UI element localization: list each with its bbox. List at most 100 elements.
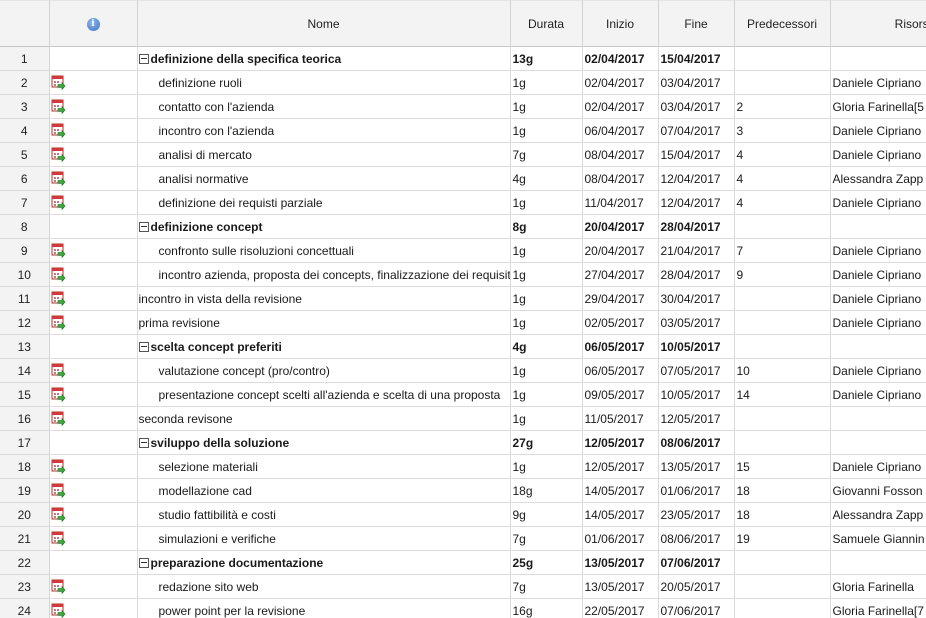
row-number[interactable]: 14 (0, 358, 50, 383)
task-name-cell[interactable]: power point per la revisione (137, 598, 511, 618)
task-name-cell[interactable]: prima revisione (137, 310, 511, 335)
fine-cell[interactable]: 12/05/2017 (658, 406, 735, 431)
durata-cell[interactable]: 25g (510, 550, 583, 575)
fine-cell[interactable]: 30/04/2017 (658, 286, 735, 311)
task-name-cell[interactable]: sviluppo della soluzione (137, 430, 511, 455)
indicator-cell[interactable] (49, 454, 138, 479)
fine-cell[interactable]: 01/06/2017 (658, 478, 735, 503)
durata-cell[interactable]: 1g (510, 238, 583, 263)
fine-cell[interactable]: 08/06/2017 (658, 430, 735, 455)
inizio-cell[interactable]: 12/05/2017 (582, 430, 659, 455)
durata-cell[interactable]: 1g (510, 286, 583, 311)
header-risorse[interactable]: Risorse (830, 0, 926, 47)
calendar-task-icon[interactable] (51, 483, 66, 499)
collapse-toggle-icon[interactable] (138, 221, 149, 232)
info-icon[interactable]: i (86, 17, 100, 31)
collapse-toggle-icon[interactable] (138, 437, 149, 448)
fine-cell[interactable]: 03/05/2017 (658, 310, 735, 335)
fine-cell[interactable]: 28/04/2017 (658, 262, 735, 287)
indicator-cell[interactable] (49, 526, 138, 551)
risorse-cell[interactable]: Gloria Farinella[7 (830, 598, 926, 618)
fine-cell[interactable]: 13/05/2017 (658, 454, 735, 479)
collapse-toggle-icon[interactable] (138, 53, 149, 64)
row-number[interactable]: 1 (0, 46, 50, 71)
task-name-cell[interactable]: seconda revisone (137, 406, 511, 431)
task-name-cell[interactable]: contatto con l'azienda (137, 94, 511, 119)
header-fine[interactable]: Fine (658, 0, 735, 47)
inizio-cell[interactable]: 06/05/2017 (582, 358, 659, 383)
calendar-task-icon[interactable] (51, 171, 66, 187)
calendar-task-icon[interactable] (51, 75, 66, 91)
indicator-cell[interactable] (49, 166, 138, 191)
predecessori-cell[interactable] (734, 286, 831, 311)
indicator-cell[interactable] (49, 118, 138, 143)
row-number[interactable]: 16 (0, 406, 50, 431)
inizio-cell[interactable]: 13/05/2017 (582, 574, 659, 599)
row-number[interactable]: 21 (0, 526, 50, 551)
task-name-cell[interactable]: simulazioni e verifiche (137, 526, 511, 551)
inizio-cell[interactable]: 11/04/2017 (582, 190, 659, 215)
table-row[interactable]: 11 incontro in vista della revisione 1g … (0, 286, 926, 311)
indicator-cell[interactable] (49, 406, 138, 431)
table-row[interactable]: 23 redazione sito web 7g 13/05/2017 20/0… (0, 574, 926, 599)
fine-cell[interactable]: 07/06/2017 (658, 598, 735, 618)
durata-cell[interactable]: 1g (510, 382, 583, 407)
indicator-cell[interactable] (49, 70, 138, 95)
durata-cell[interactable]: 7g (510, 526, 583, 551)
task-name-cell[interactable]: analisi di mercato (137, 142, 511, 167)
table-row[interactable]: 8 definizione concept 8g 20/04/2017 28/0… (0, 214, 926, 239)
task-name-cell[interactable]: confronto sulle risoluzioni concettuali (137, 238, 511, 263)
row-number[interactable]: 13 (0, 334, 50, 359)
predecessori-cell[interactable]: 18 (734, 502, 831, 527)
risorse-cell[interactable]: Samuele Giannin (830, 526, 926, 551)
row-number[interactable]: 15 (0, 382, 50, 407)
inizio-cell[interactable]: 22/05/2017 (582, 598, 659, 618)
collapse-toggle-icon[interactable] (138, 341, 149, 352)
inizio-cell[interactable]: 02/04/2017 (582, 70, 659, 95)
task-name-cell[interactable]: analisi normative (137, 166, 511, 191)
durata-cell[interactable]: 7g (510, 574, 583, 599)
row-number[interactable]: 8 (0, 214, 50, 239)
indicator-cell[interactable] (49, 478, 138, 503)
calendar-task-icon[interactable] (51, 363, 66, 379)
table-row[interactable]: 12 prima revisione 1g 02/05/2017 03/05/2… (0, 310, 926, 335)
table-row[interactable]: 16 seconda revisone 1g 11/05/2017 12/05/… (0, 406, 926, 431)
inizio-cell[interactable]: 06/04/2017 (582, 118, 659, 143)
fine-cell[interactable]: 07/06/2017 (658, 550, 735, 575)
durata-cell[interactable]: 18g (510, 478, 583, 503)
fine-cell[interactable]: 08/06/2017 (658, 526, 735, 551)
header-indicators[interactable]: i (49, 0, 138, 47)
calendar-task-icon[interactable] (51, 579, 66, 595)
table-row[interactable]: 7 definizione dei requisti parziale 1g 1… (0, 190, 926, 215)
durata-cell[interactable]: 16g (510, 598, 583, 618)
durata-cell[interactable]: 1g (510, 94, 583, 119)
indicator-cell[interactable] (49, 142, 138, 167)
header-durata[interactable]: Durata (510, 0, 583, 47)
durata-cell[interactable]: 8g (510, 214, 583, 239)
risorse-cell[interactable] (830, 430, 926, 455)
task-name-cell[interactable]: incontro in vista della revisione (137, 286, 511, 311)
fine-cell[interactable]: 23/05/2017 (658, 502, 735, 527)
fine-cell[interactable]: 03/04/2017 (658, 70, 735, 95)
table-row[interactable]: 4 incontro con l'azienda 1g 06/04/2017 0… (0, 118, 926, 143)
indicator-cell[interactable] (49, 502, 138, 527)
fine-cell[interactable]: 07/05/2017 (658, 358, 735, 383)
fine-cell[interactable]: 10/05/2017 (658, 334, 735, 359)
durata-cell[interactable]: 1g (510, 310, 583, 335)
risorse-cell[interactable] (830, 550, 926, 575)
predecessori-cell[interactable]: 9 (734, 262, 831, 287)
inizio-cell[interactable]: 13/05/2017 (582, 550, 659, 575)
row-number[interactable]: 3 (0, 94, 50, 119)
predecessori-cell[interactable] (734, 598, 831, 618)
durata-cell[interactable]: 27g (510, 430, 583, 455)
table-row[interactable]: 14 valutazione concept (pro/contro) 1g 0… (0, 358, 926, 383)
risorse-cell[interactable] (830, 406, 926, 431)
predecessori-cell[interactable] (734, 46, 831, 71)
calendar-task-icon[interactable] (51, 123, 66, 139)
predecessori-cell[interactable]: 4 (734, 142, 831, 167)
indicator-cell[interactable] (49, 310, 138, 335)
fine-cell[interactable]: 10/05/2017 (658, 382, 735, 407)
indicator-cell[interactable] (49, 550, 138, 575)
inizio-cell[interactable]: 08/04/2017 (582, 166, 659, 191)
risorse-cell[interactable]: Gloria Farinella[5 (830, 94, 926, 119)
